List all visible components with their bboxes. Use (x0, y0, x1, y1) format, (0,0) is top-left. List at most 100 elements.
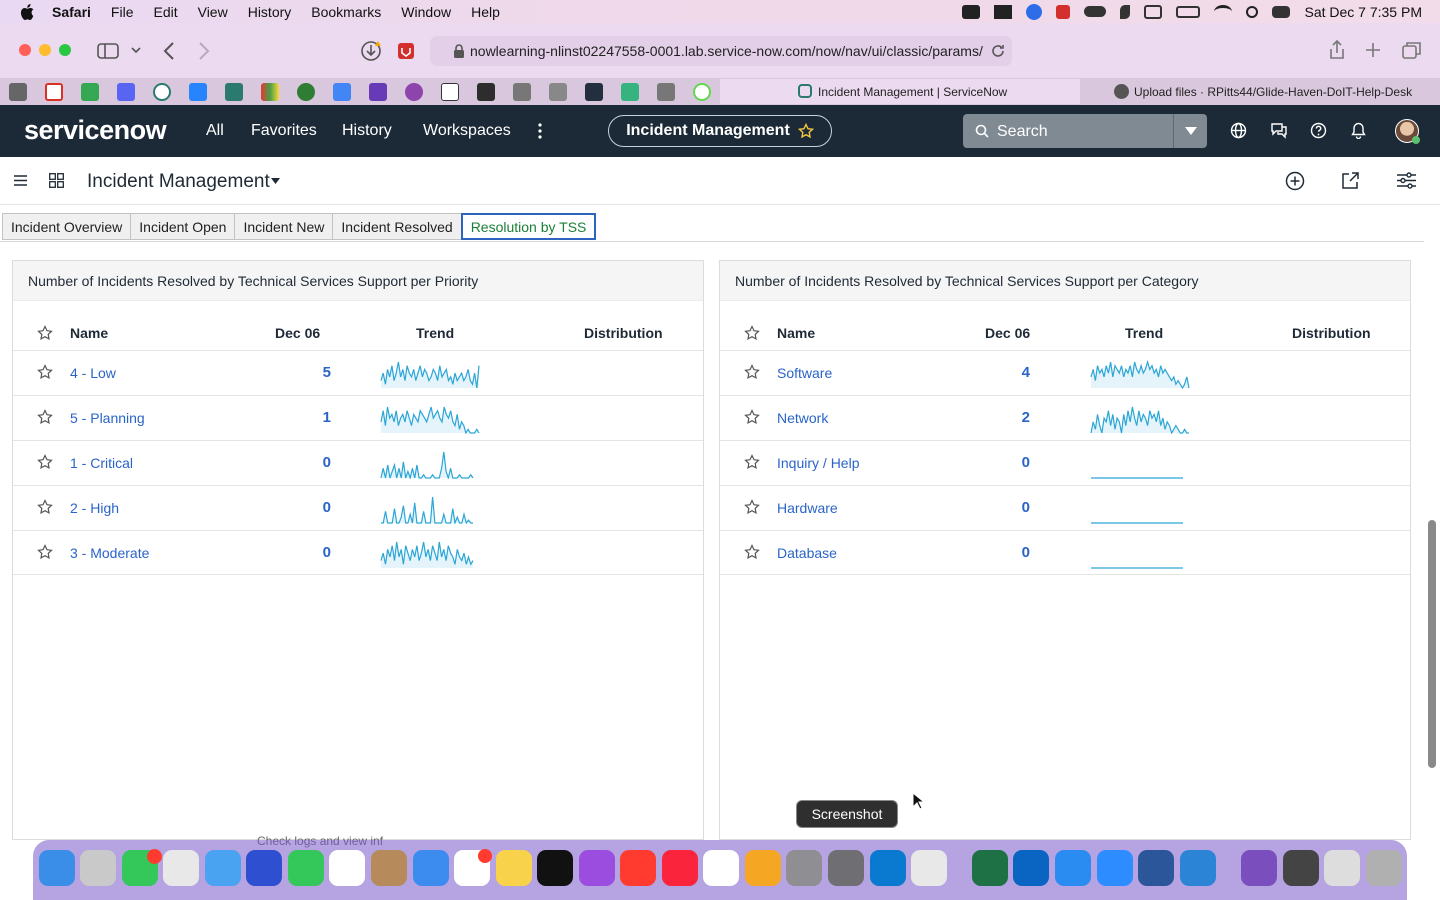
dark-fav-icon[interactable] (477, 83, 495, 101)
pen-tool-icon[interactable] (163, 850, 199, 886)
window-icon[interactable] (1144, 4, 1163, 19)
row-value-link[interactable]: 1 (291, 409, 331, 426)
game-icon[interactable] (1241, 850, 1277, 886)
hamburger-menu-icon[interactable] (14, 175, 27, 186)
minimize-window-button[interactable] (39, 44, 51, 56)
servicenow-logo[interactable]: servicenow (24, 115, 167, 146)
row-name-link[interactable]: Inquiry / Help (777, 455, 859, 471)
address-bar[interactable]: nowlearning-nlinst02247558-0001.lab.serv… (430, 36, 1012, 66)
launchpad-icon[interactable] (80, 850, 116, 886)
word-icon[interactable] (1138, 850, 1174, 886)
affinity-icon[interactable] (246, 850, 282, 886)
menu-file[interactable]: File (111, 4, 134, 20)
back-icon[interactable] (163, 42, 175, 60)
star-icon[interactable] (37, 364, 53, 380)
excel-icon[interactable] (972, 850, 1008, 886)
notifications-bell-icon[interactable] (1351, 122, 1366, 139)
trend-sparkline[interactable] (1090, 447, 1184, 479)
servicenow-fav-icon-3[interactable] (693, 83, 711, 101)
column-header-name[interactable]: Name (70, 325, 108, 341)
nav-all[interactable]: All (206, 122, 224, 140)
star-icon[interactable] (37, 409, 53, 425)
m-fav-icon[interactable] (549, 83, 567, 101)
menu-history[interactable]: History (248, 4, 292, 20)
trend-sparkline[interactable] (1090, 537, 1184, 569)
appletv-icon[interactable] (537, 850, 573, 886)
star-icon[interactable] (744, 544, 760, 560)
trend-sparkline[interactable] (380, 492, 474, 524)
column-header-distribution[interactable]: Distribution (584, 325, 663, 341)
zoom-icon[interactable] (1097, 850, 1133, 886)
global-search[interactable]: Search (963, 114, 1207, 148)
rss-icon[interactable] (297, 83, 315, 101)
row-value-link[interactable]: 0 (291, 544, 331, 561)
star-icon[interactable] (744, 325, 760, 341)
mail-icon[interactable] (413, 850, 449, 886)
notion-icon[interactable] (703, 850, 739, 886)
more-menu-icon[interactable] (537, 123, 543, 139)
forward-icon[interactable] (198, 42, 210, 60)
status-app-icon[interactable] (962, 4, 981, 19)
star-icon[interactable] (744, 364, 760, 380)
vscode-icon[interactable] (870, 850, 906, 886)
filter-settings-icon[interactable] (1397, 172, 1416, 189)
menu-help[interactable]: Help (471, 4, 500, 20)
row-value-link[interactable]: 0 (990, 544, 1030, 561)
windows-app-icon[interactable] (1180, 850, 1216, 886)
discord-icon[interactable] (117, 83, 135, 101)
sidebar-toggle-icon[interactable] (97, 43, 119, 59)
row-name-link[interactable]: 3 - Moderate (70, 545, 149, 561)
row-value-link[interactable]: 0 (291, 454, 331, 471)
menu-edit[interactable]: Edit (153, 4, 177, 20)
star-icon[interactable] (37, 499, 53, 515)
row-name-link[interactable]: Network (777, 410, 828, 426)
tab-upload-files[interactable]: Upload files · RPitts44/Glide-Haven-DoIT… (1082, 79, 1440, 104)
row-name-link[interactable]: Hardware (777, 500, 838, 516)
zoom-window-button[interactable] (59, 44, 71, 56)
outlook-icon[interactable] (1013, 850, 1049, 886)
music-icon[interactable] (662, 850, 698, 886)
trash-icon[interactable] (1366, 850, 1402, 886)
star-icon[interactable] (744, 409, 760, 425)
favorite-star-icon[interactable] (797, 123, 814, 139)
downloads-icon[interactable] (360, 40, 382, 62)
row-name-link[interactable]: Software (777, 365, 832, 381)
trend-sparkline[interactable] (380, 357, 480, 389)
shield-icon[interactable] (1056, 4, 1071, 19)
chrome-icon[interactable] (911, 850, 947, 886)
row-value-link[interactable]: 4 (990, 364, 1030, 381)
trend-sparkline[interactable] (380, 447, 474, 479)
globe-icon[interactable] (1230, 122, 1247, 139)
k-fav-icon[interactable] (513, 83, 531, 101)
extension-icon[interactable] (397, 42, 415, 60)
podcasts-icon[interactable] (579, 850, 615, 886)
new-tab-icon[interactable] (1365, 42, 1381, 58)
apple-icon[interactable] (20, 3, 34, 20)
share-dashboard-icon[interactable] (1341, 171, 1360, 190)
chatgpt-icon[interactable] (441, 83, 459, 101)
column-header-date[interactable]: Dec 06 (275, 325, 320, 341)
close-window-button[interactable] (19, 44, 31, 56)
gmail-icon[interactable] (45, 83, 63, 101)
docs-icon[interactable] (333, 83, 351, 101)
column-header-date[interactable]: Dec 06 (985, 325, 1030, 341)
star-icon[interactable] (744, 454, 760, 470)
nav-history[interactable]: History (342, 122, 392, 140)
forms-icon[interactable] (369, 83, 387, 101)
trend-sparkline[interactable] (380, 402, 480, 434)
trend-sparkline[interactable] (1090, 492, 1184, 524)
row-name-link[interactable]: Database (777, 545, 837, 561)
photos-icon[interactable] (745, 850, 781, 886)
tab-incident-open[interactable]: Incident Open (130, 213, 236, 240)
news-icon[interactable] (620, 850, 656, 886)
row-value-link[interactable]: 0 (990, 454, 1030, 471)
share-icon[interactable] (1329, 40, 1345, 60)
nav-favorites[interactable]: Favorites (251, 122, 317, 140)
menu-window[interactable]: Window (401, 4, 451, 20)
sheets-icon[interactable] (81, 83, 99, 101)
row-value-link[interactable]: 0 (291, 499, 331, 516)
battery-icon[interactable] (1176, 5, 1201, 18)
trend-sparkline[interactable] (1090, 402, 1190, 434)
calendar-icon[interactable] (329, 850, 365, 886)
stage-icon[interactable] (1283, 850, 1319, 886)
